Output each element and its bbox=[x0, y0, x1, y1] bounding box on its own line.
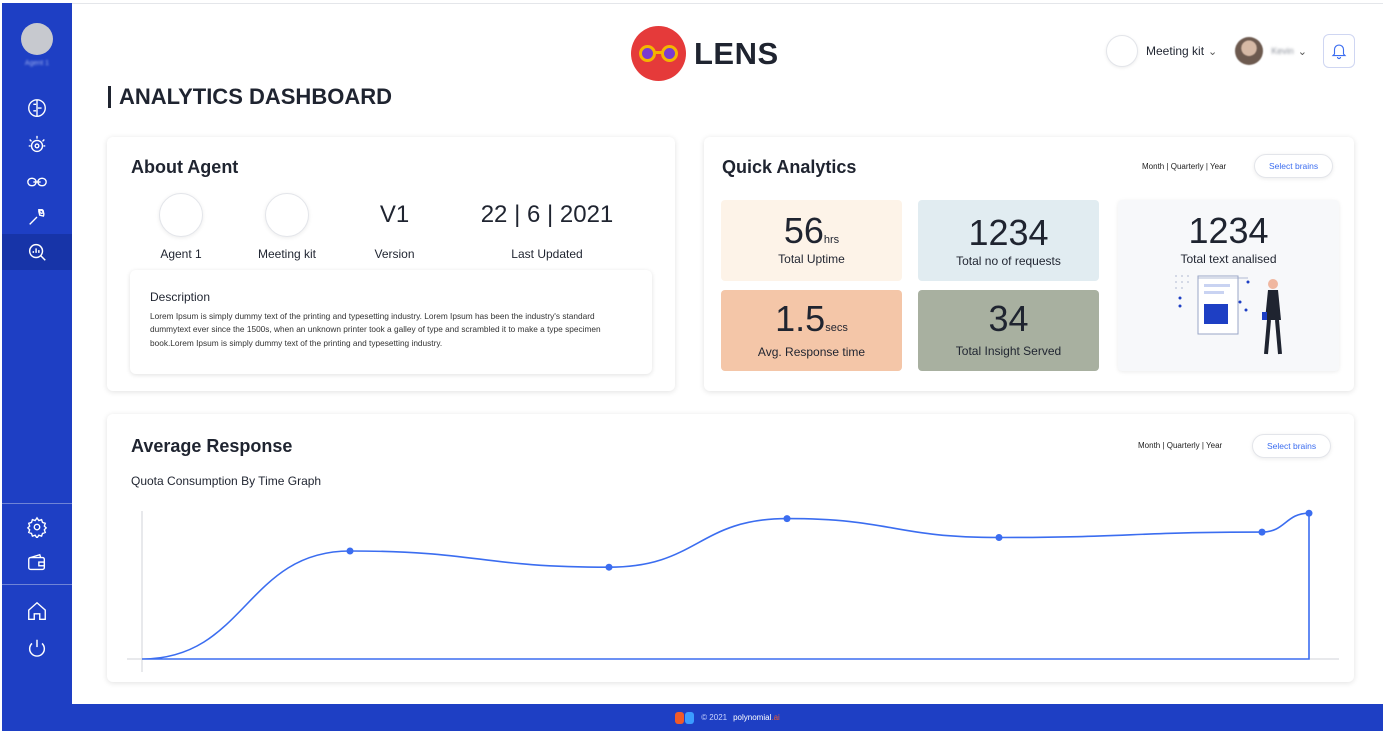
quick-analytics-card: Quick Analytics Month | Quarterly | Year… bbox=[704, 137, 1354, 391]
user-name: Kevin bbox=[1271, 46, 1294, 56]
power-icon[interactable] bbox=[24, 635, 50, 661]
insight-tile: 34 Total Insight Served bbox=[918, 290, 1099, 371]
response-time-tile: 1.5secs Avg. Response time bbox=[721, 290, 902, 371]
wrench-icon[interactable] bbox=[24, 204, 50, 230]
quota-chart bbox=[127, 509, 1339, 672]
data-point[interactable] bbox=[346, 547, 354, 555]
page-title: ANALYTICS DASHBOARD bbox=[108, 86, 392, 108]
description-text: Lorem Ipsum is simply dummy text of the … bbox=[150, 311, 601, 348]
agent-avatar bbox=[159, 193, 203, 237]
last-updated-label: Last Updated bbox=[511, 247, 583, 261]
link-icon[interactable] bbox=[24, 169, 50, 195]
footer: © 2021 polynomial.ai bbox=[72, 704, 1383, 731]
agent-label: Agent 1 bbox=[160, 247, 202, 261]
text-analysed-label: Total text analised bbox=[1180, 252, 1277, 266]
last-updated-value: 22 | 6 | 2021 bbox=[480, 201, 614, 228]
bell-icon bbox=[1331, 44, 1347, 59]
select-brains-button[interactable]: Select brains bbox=[1254, 154, 1334, 178]
kit-dropdown[interactable]: Meeting kit ⌄ bbox=[1146, 44, 1217, 58]
polynomial-logo-icon bbox=[675, 711, 695, 724]
user-avatar[interactable] bbox=[1235, 37, 1264, 65]
description-box: Description Lorem Ipsum is simply dummy … bbox=[130, 270, 652, 374]
main-area: LENS Meeting kit ⌄ Kevin ⌄ ANALYTICS DAS… bbox=[72, 3, 1383, 704]
requests-label: Total no of requests bbox=[956, 254, 1061, 268]
sidebar-divider bbox=[2, 584, 72, 585]
average-response-card: Average Response Quota Consumption By Ti… bbox=[107, 414, 1354, 682]
insight-label: Total Insight Served bbox=[955, 344, 1062, 358]
uptime-label: Total Uptime bbox=[778, 252, 845, 266]
sidebar-avatar[interactable] bbox=[21, 23, 53, 55]
description-heading: Description bbox=[150, 290, 211, 304]
version-value: V1 bbox=[379, 201, 410, 228]
last-updated-info: 22 | 6 | 2021 Last Updated bbox=[472, 193, 622, 261]
kit-avatar bbox=[265, 193, 309, 237]
uptime-tile: 56hrs Total Uptime bbox=[721, 200, 902, 281]
data-point[interactable] bbox=[605, 563, 613, 571]
lens-logo-icon bbox=[631, 26, 686, 81]
kit-dropdown-label: Meeting kit bbox=[1146, 44, 1205, 58]
footer-brand-suffix: .ai bbox=[771, 713, 780, 722]
time-filter[interactable]: Month | Quarterly | Year bbox=[1142, 162, 1226, 171]
requests-tile: 1234 Total no of requests bbox=[918, 200, 1099, 281]
response-label: Avg. Response time bbox=[757, 345, 866, 359]
kit-info: Meeting kit bbox=[252, 193, 322, 261]
text-analysed-value: 1234 bbox=[1188, 210, 1269, 251]
kit-label: Meeting kit bbox=[257, 247, 317, 261]
wallet-icon[interactable] bbox=[24, 550, 50, 576]
bulb-icon[interactable] bbox=[24, 132, 50, 158]
footer-brand[interactable]: polynomial.ai bbox=[733, 713, 780, 722]
uptime-value: 56 bbox=[783, 210, 824, 251]
version-label: Version bbox=[374, 247, 415, 261]
user-dropdown[interactable]: Kevin ⌄ bbox=[1271, 45, 1307, 58]
response-value: 1.5 bbox=[775, 298, 826, 339]
series-line bbox=[141, 512, 1310, 660]
app-logo[interactable]: LENS bbox=[631, 26, 779, 81]
notification-button[interactable] bbox=[1323, 34, 1355, 68]
about-agent-title: About Agent bbox=[131, 157, 239, 177]
analysis-illustration bbox=[1175, 275, 1282, 355]
sidebar-user-name: Agent 1 bbox=[24, 60, 50, 67]
footer-copyright: © 2021 bbox=[701, 713, 728, 722]
data-point[interactable] bbox=[1305, 509, 1313, 517]
brain-icon[interactable] bbox=[24, 95, 50, 121]
response-unit: secs bbox=[825, 322, 848, 334]
insight-value: 34 bbox=[988, 298, 1029, 339]
about-agent-card: About Agent Agent 1 Meeting kit V1 Versi… bbox=[107, 137, 675, 391]
uptime-unit: hrs bbox=[823, 234, 840, 246]
home-icon[interactable] bbox=[24, 598, 50, 624]
analytics-icon[interactable] bbox=[24, 239, 50, 265]
text-analysed-tile: 1234 Total text analised bbox=[1118, 200, 1339, 371]
version-info: V1 Version bbox=[362, 193, 427, 261]
settings-icon[interactable] bbox=[24, 514, 50, 540]
logo-text: LENS bbox=[694, 35, 779, 71]
sidebar-divider bbox=[2, 503, 72, 504]
data-point[interactable] bbox=[995, 534, 1003, 541]
sidebar: Agent 1 bbox=[2, 3, 72, 731]
agent-info: Agent 1 bbox=[152, 193, 210, 261]
kit-avatar bbox=[1106, 35, 1139, 67]
requests-value: 1234 bbox=[968, 212, 1049, 253]
data-point[interactable] bbox=[1258, 528, 1266, 536]
chevron-down-icon: ⌄ bbox=[1208, 45, 1218, 58]
header-controls: Meeting kit ⌄ Kevin ⌄ bbox=[1106, 34, 1355, 68]
footer-brand-name: polynomial bbox=[733, 713, 772, 722]
chevron-down-icon: ⌄ bbox=[1297, 45, 1307, 58]
quick-analytics-title: Quick Analytics bbox=[722, 157, 857, 177]
data-point[interactable] bbox=[783, 515, 791, 523]
